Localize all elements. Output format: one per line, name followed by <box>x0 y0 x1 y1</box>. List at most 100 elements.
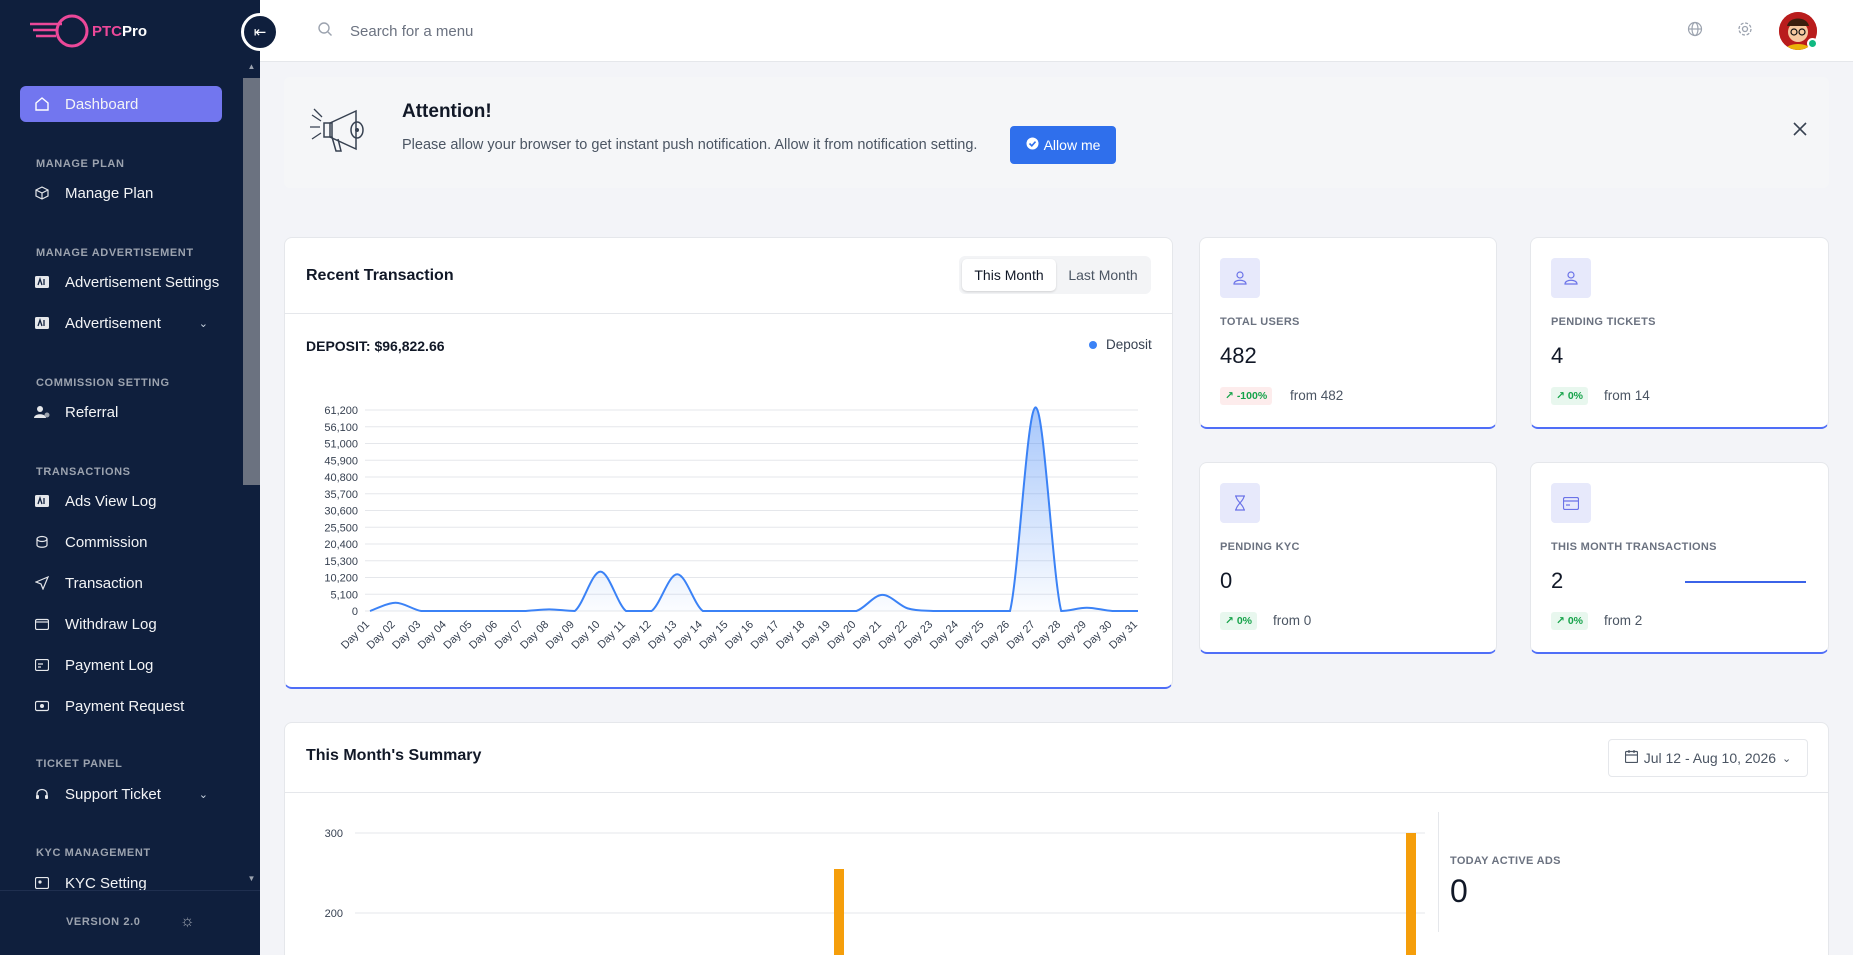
scroll-down-icon[interactable]: ▼ <box>246 874 257 883</box>
x-tick-label: Day 10 <box>569 619 602 652</box>
id-card-icon <box>34 875 50 890</box>
sidebar-item-ads-view-log[interactable]: Ads View Log <box>20 483 222 519</box>
stat-from: from 14 <box>1604 388 1650 403</box>
trend-icon: ↗ <box>1556 615 1565 627</box>
stat-from: from 2 <box>1604 613 1643 628</box>
sidebar-item-advertisement-settings[interactable]: Advertisement Settings <box>20 264 222 300</box>
chevron-down-icon: ⌄ <box>198 317 208 330</box>
search-input[interactable] <box>350 19 650 43</box>
payment-icon <box>34 657 50 673</box>
stat-value: 4 <box>1551 343 1564 368</box>
y-tick-label: 25,500 <box>324 522 358 534</box>
y-tick-label: 51,000 <box>324 439 358 451</box>
sidebar-item-payment-request[interactable]: Payment Request <box>20 688 222 724</box>
deposit-area-chart: 0 5,100 10,200 15,300 20,400 25,500 30,600 35,7… <box>324 405 1140 652</box>
sidebar-footer: VERSION 2.0 ☼ <box>0 890 260 955</box>
stat-value: 2 <box>1551 568 1564 593</box>
sidebar-collapse-button[interactable]: ⇤ <box>241 13 279 51</box>
bar <box>1406 833 1416 955</box>
chevron-down-icon: ⌄ <box>1782 752 1792 765</box>
y-tick-label: 20,400 <box>324 539 358 551</box>
scroll-up-icon[interactable]: ▲ <box>246 62 257 71</box>
sidebar-item-referral[interactable]: Referral <box>20 394 222 430</box>
sidebar-item-support-ticket[interactable]: Support Ticket ⌄ <box>20 776 222 812</box>
notification-banner: Attention! Please allow your browser to … <box>284 77 1829 188</box>
sidebar: PTCPro ▲ ▼ Dashboard MANAGE PLAN Manage … <box>0 0 260 955</box>
sidebar-item-kyc-setting[interactable]: KYC Setting <box>20 865 222 890</box>
bar <box>834 869 844 955</box>
y-tick-label: 56,100 <box>324 422 358 434</box>
divider <box>1438 812 1439 932</box>
sidebar-scrollbar-thumb[interactable] <box>243 78 260 485</box>
home-icon <box>34 96 50 112</box>
stat-card-total-users: TOTAL USERS 482 ↗ -100% from 482 <box>1199 237 1497 429</box>
section-heading: TRANSACTIONS <box>36 466 131 478</box>
y-tick-label: 10,200 <box>324 573 358 585</box>
sidebar-item-transaction[interactable]: Transaction <box>20 565 222 601</box>
chevron-down-icon: ⌄ <box>198 788 208 801</box>
coins-icon <box>34 534 50 550</box>
section-heading: MANAGE ADVERTISEMENT <box>36 247 194 259</box>
brand-logo[interactable]: PTCPro <box>28 12 147 50</box>
check-circle-icon <box>1026 137 1039 153</box>
allow-notifications-button[interactable]: Allow me <box>1010 126 1116 164</box>
y-tick-label: 15,300 <box>324 556 358 568</box>
stat-from: from 0 <box>1273 613 1312 628</box>
trend-icon: ↗ <box>1225 615 1234 627</box>
stat-label: PENDING TICKETS <box>1551 316 1656 328</box>
wallet-icon <box>34 616 50 632</box>
today-active-ads-label: TODAY ACTIVE ADS <box>1450 855 1561 867</box>
brand-name: PTCPro <box>92 22 148 40</box>
stat-value: 0 <box>1220 568 1233 593</box>
send-icon <box>34 575 50 591</box>
online-status-dot <box>1807 38 1818 49</box>
sidebar-item-label: Dashboard <box>65 95 139 113</box>
stat-label: PENDING KYC <box>1220 541 1300 553</box>
sidebar-item-manage-plan[interactable]: Manage Plan <box>20 175 222 211</box>
summary-bar-chart: 300 200 <box>325 828 1425 955</box>
sidebar-item-payment-log[interactable]: Payment Log <box>20 647 222 683</box>
y-tick-label: 61,200 <box>324 405 358 417</box>
today-active-ads-value: 0 <box>1450 873 1468 909</box>
sidebar-item-withdraw-log[interactable]: Withdraw Log <box>20 606 222 642</box>
ad-icon <box>34 315 50 331</box>
y-tick-label: 30,600 <box>324 506 358 518</box>
globe-icon[interactable] <box>1687 21 1703 42</box>
card-icon <box>1551 483 1591 523</box>
x-tick-label: Day 31 <box>1107 619 1140 652</box>
sidebar-item-dashboard[interactable]: Dashboard <box>20 86 222 122</box>
megaphone-icon <box>310 108 364 152</box>
section-heading: TICKET PANEL <box>36 758 123 770</box>
y-tick-label: 0 <box>352 606 358 618</box>
stat-label: THIS MONTH TRANSACTIONS <box>1551 541 1717 553</box>
close-icon[interactable] <box>1792 121 1808 142</box>
stat-card-this-month-transactions: THIS MONTH TRANSACTIONS 2 ↗ 0% from 2 <box>1530 462 1829 654</box>
y-tick-label: 45,900 <box>324 455 358 467</box>
gear-icon[interactable] <box>1737 21 1753 42</box>
ad-icon <box>34 493 50 509</box>
banner-text: Please allow your browser to get instant… <box>402 137 978 153</box>
y-tick-label: 200 <box>325 908 343 920</box>
y-tick-label: 300 <box>325 828 343 840</box>
y-tick-label: 35,700 <box>324 489 358 501</box>
stat-change-badge: ↗ 0% <box>1551 387 1588 405</box>
series-area <box>370 407 1138 611</box>
stat-card-pending-tickets: PENDING TICKETS 4 ↗ 0% from 14 <box>1530 237 1829 429</box>
sidebar-item-advertisement[interactable]: Advertisement ⌄ <box>20 305 222 341</box>
stat-card-pending-kyc: PENDING KYC 0 ↗ 0% from 0 <box>1199 462 1497 654</box>
search-icon <box>317 21 333 42</box>
banner-title: Attention! <box>402 101 492 122</box>
recent-transaction-card: Recent Transaction This Month Last Month… <box>284 237 1173 689</box>
logo-icon <box>30 14 89 48</box>
sidebar-item-commission[interactable]: Commission <box>20 524 222 560</box>
user-icon <box>1551 258 1591 298</box>
date-range-picker[interactable]: Jul 12 - Aug 10, 2026 ⌄ <box>1608 739 1808 777</box>
users-gear-icon <box>34 404 50 420</box>
cash-icon <box>34 698 50 714</box>
trend-icon: ↗ <box>1556 390 1565 402</box>
topbar <box>260 0 1853 62</box>
headset-icon <box>34 786 50 802</box>
theme-toggle-sun-icon[interactable]: ☼ <box>180 913 195 931</box>
y-tick-label: 5,100 <box>330 589 358 601</box>
hourglass-icon <box>1220 483 1260 523</box>
